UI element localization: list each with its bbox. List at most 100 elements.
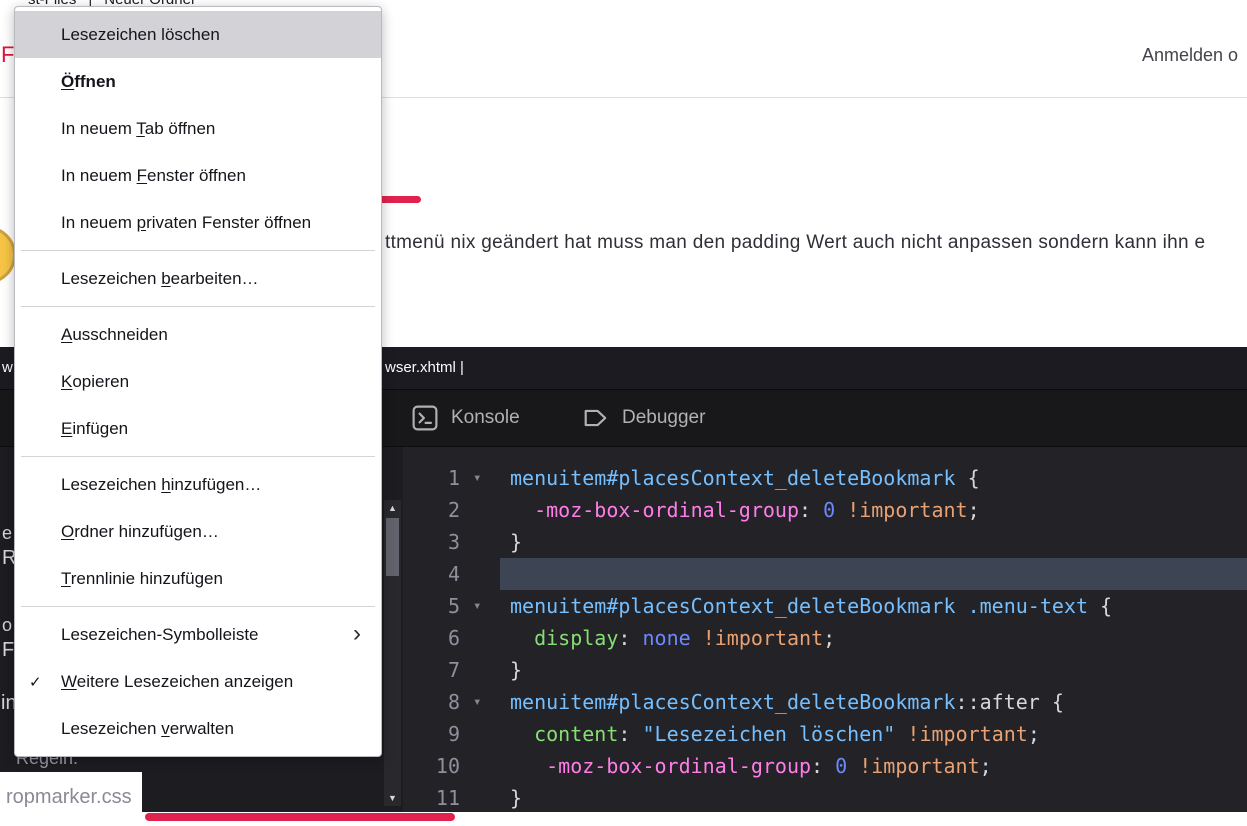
code-text: } bbox=[500, 526, 1247, 558]
signin-link[interactable]: Anmelden o bbox=[1142, 45, 1238, 66]
tab-console[interactable]: Konsole bbox=[412, 390, 520, 446]
menu-separator bbox=[21, 456, 375, 457]
code-line: 1▾menuitem#placesContext_deleteBookmark … bbox=[403, 462, 1247, 494]
bookmarks-context-menu: Lesezeichen löschen Öffnen In neuem Tab öf… bbox=[14, 6, 382, 757]
titlebar-text-fragment: w bbox=[2, 359, 13, 376]
fold-arrow-icon[interactable]: ▾ bbox=[460, 462, 500, 494]
menu-item-label: Lesezeichen hinzufügen… bbox=[61, 475, 261, 495]
sidebar-text-fragment: F bbox=[2, 639, 14, 662]
fold-gutter bbox=[460, 654, 500, 686]
menu-separator bbox=[21, 306, 375, 307]
scrollbar-thumb[interactable] bbox=[386, 518, 399, 576]
line-number: 4 bbox=[403, 558, 460, 590]
sidebar-text-fragment: e bbox=[2, 523, 12, 544]
menu-item[interactable]: In neuem Fenster öffnen bbox=[15, 152, 381, 199]
line-number: 11 bbox=[403, 782, 460, 812]
code-line: 4 bbox=[403, 558, 1247, 590]
tab-debugger[interactable]: Debugger bbox=[583, 390, 705, 446]
line-number: 7 bbox=[403, 654, 460, 686]
menu-separator bbox=[21, 250, 375, 251]
menu-item[interactable]: Öffnen bbox=[15, 58, 381, 105]
menu-item[interactable]: In neuem privaten Fenster öffnen bbox=[15, 199, 381, 246]
menu-item-label: Lesezeichen bearbeiten… bbox=[61, 269, 259, 289]
fold-gutter bbox=[460, 622, 500, 654]
line-number: 3 bbox=[403, 526, 460, 558]
debugger-icon bbox=[583, 405, 609, 431]
line-number: 5 bbox=[403, 590, 460, 622]
menu-item[interactable]: Lesezeichen hinzufügen… bbox=[15, 461, 381, 508]
fold-arrow-icon[interactable]: ▾ bbox=[460, 590, 500, 622]
tab-label: Debugger bbox=[622, 407, 705, 429]
menu-item[interactable]: Lesezeichen verwalten bbox=[15, 705, 381, 752]
menu-item[interactable]: ✓ Weitere Lesezeichen anzeigen bbox=[15, 658, 381, 705]
menu-item[interactable]: Ordner hinzufügen… bbox=[15, 508, 381, 555]
horizontal-scrollbar-thumb-red[interactable] bbox=[145, 813, 455, 821]
scrollbar-up-button[interactable]: ▲ bbox=[384, 500, 401, 516]
fold-gutter bbox=[460, 718, 500, 750]
line-number: 10 bbox=[403, 750, 460, 782]
menu-item-label: Kopieren bbox=[61, 372, 129, 392]
code-text: content: "Lesezeichen löschen" !importan… bbox=[500, 718, 1247, 750]
fold-gutter bbox=[460, 750, 500, 782]
menu-item-label: In neuem Fenster öffnen bbox=[61, 166, 246, 186]
code-text: } bbox=[500, 782, 1247, 812]
menu-item-label: Lesezeichen löschen bbox=[61, 25, 220, 45]
console-icon bbox=[412, 405, 438, 431]
fold-gutter bbox=[460, 782, 500, 812]
menu-item-label: Lesezeichen verwalten bbox=[61, 719, 234, 739]
code-line: 6 display: none !important; bbox=[403, 622, 1247, 654]
tab-label: Konsole bbox=[451, 407, 520, 429]
menu-item-label: Ordner hinzufügen… bbox=[61, 522, 219, 542]
code-line: 5▾menuitem#placesContext_deleteBookmark … bbox=[403, 590, 1247, 622]
line-number: 1 bbox=[403, 462, 460, 494]
menu-item-label: Weitere Lesezeichen anzeigen bbox=[61, 672, 293, 692]
code-line: 9 content: "Lesezeichen löschen" !import… bbox=[403, 718, 1247, 750]
code-line: 11} bbox=[403, 782, 1247, 812]
code-text: -moz-box-ordinal-group: 0 !important; bbox=[500, 750, 1247, 782]
menu-item[interactable]: Ausschneiden bbox=[15, 311, 381, 358]
menu-item-label: Trennlinie hinzufügen bbox=[61, 569, 223, 589]
menu-item-label: Ausschneiden bbox=[61, 325, 168, 345]
code-text: menuitem#placesContext_deleteBookmark::a… bbox=[500, 686, 1247, 718]
code-text bbox=[500, 558, 1247, 590]
screenshot-root: st-Files | Neuer Ordner Fo Anmelden o tt… bbox=[0, 0, 1247, 826]
code-text: menuitem#placesContext_deleteBookmark .m… bbox=[500, 590, 1247, 622]
menu-item[interactable]: Lesezeichen-Symbolleiste› bbox=[15, 611, 381, 658]
code-line: 10 -moz-box-ordinal-group: 0 !important; bbox=[403, 750, 1247, 782]
menu-item[interactable]: Trennlinie hinzufügen bbox=[15, 555, 381, 602]
menu-item[interactable]: In neuem Tab öffnen bbox=[15, 105, 381, 152]
menu-item-label: Einfügen bbox=[61, 419, 128, 439]
menu-item[interactable]: Kopieren bbox=[15, 358, 381, 405]
filename-link-fragment[interactable]: ropmarker.css bbox=[6, 786, 132, 809]
code-text: } bbox=[500, 654, 1247, 686]
menu-item-label: In neuem Tab öffnen bbox=[61, 119, 215, 139]
menu-item[interactable]: Lesezeichen löschen bbox=[15, 11, 381, 58]
fold-gutter bbox=[460, 494, 500, 526]
code-text: -moz-box-ordinal-group: 0 !important; bbox=[500, 494, 1247, 526]
code-line: 8▾menuitem#placesContext_deleteBookmark:… bbox=[403, 686, 1247, 718]
fold-gutter bbox=[460, 558, 500, 590]
submenu-arrow-icon: › bbox=[353, 619, 361, 647]
sidebar-text-fragment: o bbox=[2, 615, 12, 636]
menu-separator bbox=[21, 606, 375, 607]
line-number: 8 bbox=[403, 686, 460, 718]
scrollbar-down-button[interactable]: ▼ bbox=[384, 790, 401, 806]
code-text: menuitem#placesContext_deleteBookmark { bbox=[500, 462, 1247, 494]
sidebar-scrollbar[interactable]: ▲ ▼ bbox=[384, 500, 401, 806]
checkmark-icon: ✓ bbox=[29, 673, 42, 691]
menu-item[interactable]: Lesezeichen bearbeiten… bbox=[15, 255, 381, 302]
line-number: 2 bbox=[403, 494, 460, 526]
titlebar-text: wser.xhtml | bbox=[385, 359, 464, 376]
forum-post-text: ttmenü nix geändert hat muss man den pad… bbox=[385, 232, 1205, 254]
code-text: display: none !important; bbox=[500, 622, 1247, 654]
style-editor-code-area[interactable]: 1▾menuitem#placesContext_deleteBookmark … bbox=[403, 447, 1247, 812]
status-overlay: ropmarker.css bbox=[0, 772, 142, 826]
code-line: 7} bbox=[403, 654, 1247, 686]
line-number: 9 bbox=[403, 718, 460, 750]
fold-arrow-icon[interactable]: ▾ bbox=[460, 686, 500, 718]
fold-gutter bbox=[460, 526, 500, 558]
code-line: 3} bbox=[403, 526, 1247, 558]
menu-item-label: In neuem privaten Fenster öffnen bbox=[61, 213, 311, 233]
menu-item-label: Öffnen bbox=[61, 72, 116, 92]
menu-item[interactable]: Einfügen bbox=[15, 405, 381, 452]
